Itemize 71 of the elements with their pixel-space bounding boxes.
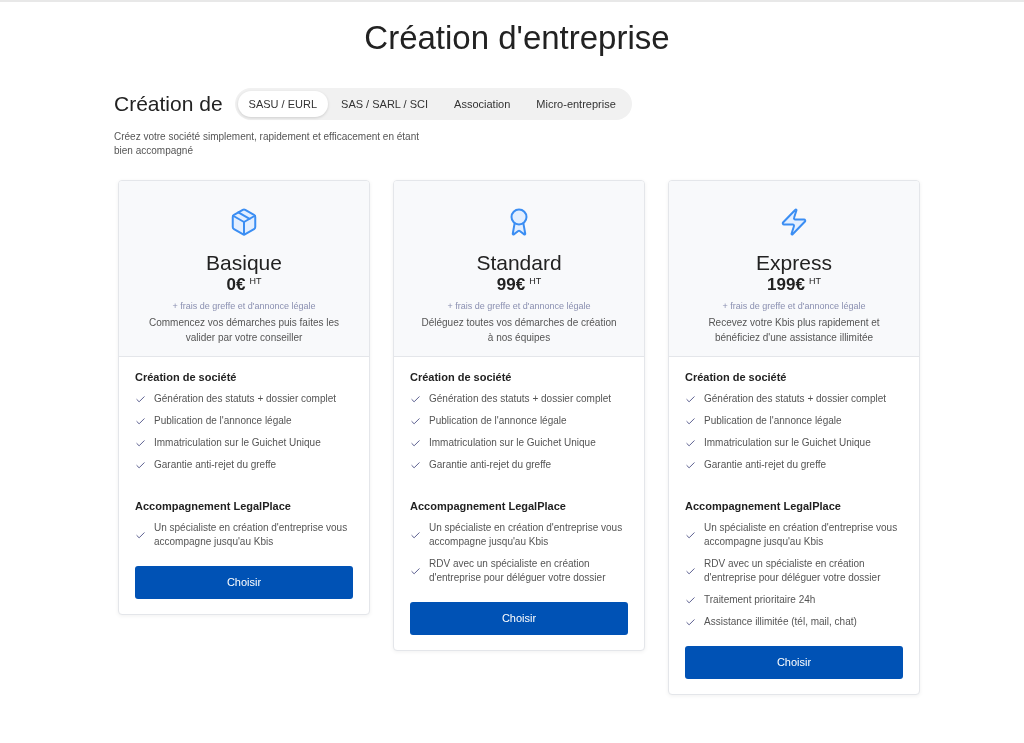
page-title: Création d'entreprise — [364, 19, 670, 57]
feature-text: Un spécialiste en création d'entreprise vous accompagne jusqu'au Kbis — [429, 521, 624, 549]
plan-name: Express — [756, 250, 832, 276]
check-icon — [410, 393, 421, 405]
tab[interactable]: SAS / SARL / SCI — [328, 91, 442, 117]
plan-description: Commencez vos démarches puis faites les valider par votre conseiller — [147, 316, 341, 345]
price-amount: 0€ — [226, 276, 246, 294]
choose-button[interactable]: Choisir — [685, 646, 903, 679]
check-icon — [685, 565, 696, 577]
check-icon — [135, 529, 146, 541]
price-unit: HT — [249, 276, 262, 286]
section-heading: Accompagnement LegalPlace — [685, 499, 842, 513]
intro-text: Créez votre société simplement, rapidement et efficacement en étant bien accompagné — [114, 130, 420, 158]
feature-text: Publication de l'annonce légale — [154, 414, 292, 428]
feature-text: Immatriculation sur le Guichet Unique — [154, 436, 321, 450]
plan-name: Basique — [206, 250, 282, 276]
check-icon — [135, 415, 146, 427]
tab[interactable]: SASU / EURL — [237, 91, 329, 117]
check-icon — [410, 415, 421, 427]
feature-text: Publication de l'annonce légale — [429, 414, 567, 428]
feature-text: Garantie anti-rejet du greffe — [704, 458, 827, 472]
price-amount: 199€ — [767, 276, 805, 294]
feature-text: Génération des statuts + dossier complet — [704, 392, 887, 406]
tab[interactable]: Association — [441, 91, 524, 117]
feature-text: Un spécialiste en création d'entreprise vous accompagne jusqu'au Kbis — [704, 521, 899, 549]
plan-description: Déléguez toutes vos démarches de création à nos équipes — [420, 316, 618, 345]
check-icon — [410, 437, 421, 449]
check-icon — [135, 437, 146, 449]
check-icon — [410, 459, 421, 471]
feature-text: Immatriculation sur le Guichet Unique — [704, 436, 871, 450]
package-icon — [229, 207, 259, 237]
check-icon — [685, 529, 696, 541]
section-heading: Accompagnement LegalPlace — [410, 499, 567, 513]
check-icon — [685, 437, 696, 449]
check-icon — [135, 459, 146, 471]
check-icon — [410, 565, 421, 577]
price-unit: HT — [808, 276, 821, 286]
price-amount: 99€ — [496, 276, 526, 294]
price-unit: HT — [529, 276, 542, 286]
feature-text: RDV avec un spécialiste en création d'entreprise pour déléguer votre dossier — [429, 557, 607, 585]
check-icon — [685, 594, 696, 606]
section-heading: Création de société — [135, 370, 238, 384]
lightning-icon — [779, 207, 809, 237]
feature-text: Garantie anti-rejet du greffe — [429, 458, 552, 472]
check-icon — [410, 529, 421, 541]
fees-note: + frais de greffe et d'annonce légale — [447, 301, 591, 311]
section-label: Création de — [114, 92, 223, 116]
check-icon — [685, 393, 696, 405]
feature-text: Garantie anti-rejet du greffe — [154, 458, 277, 472]
check-icon — [685, 616, 696, 628]
section-heading: Création de société — [685, 370, 788, 384]
feature-text: Publication de l'annonce légale — [704, 414, 842, 428]
plan-description: Recevez votre Kbis plus rapidement et bénéficiez d'une assistance illimitée — [707, 316, 881, 345]
feature-text: Immatriculation sur le Guichet Unique — [429, 436, 596, 450]
feature-text: Un spécialiste en création d'entreprise vous accompagne jusqu'au Kbis — [154, 521, 349, 549]
choose-button[interactable]: Choisir — [410, 602, 628, 635]
plan-name: Standard — [476, 250, 562, 276]
tab[interactable]: Micro-entreprise — [523, 91, 629, 117]
check-icon — [685, 459, 696, 471]
feature-text: Assistance illimitée (tél, mail, chat) — [704, 615, 857, 629]
section-heading: Accompagnement LegalPlace — [135, 499, 292, 513]
section-heading: Création de société — [410, 370, 513, 384]
check-icon — [685, 415, 696, 427]
feature-text: Génération des statuts + dossier complet — [154, 392, 337, 406]
feature-text: RDV avec un spécialiste en création d'entreprise pour déléguer votre dossier — [704, 557, 882, 585]
choose-button[interactable]: Choisir — [135, 566, 353, 599]
fees-note: + frais de greffe et d'annonce légale — [722, 301, 866, 311]
fees-note: + frais de greffe et d'annonce légale — [172, 301, 316, 311]
feature-text: Génération des statuts + dossier complet — [429, 392, 612, 406]
check-icon — [135, 393, 146, 405]
feature-text: Traitement prioritaire 24h — [704, 593, 816, 607]
